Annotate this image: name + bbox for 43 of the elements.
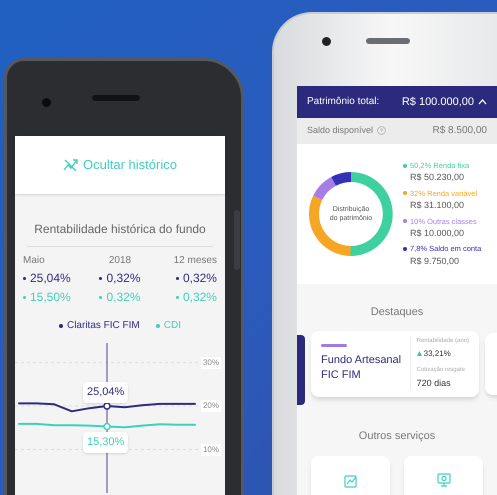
chevron-icon	[478, 98, 487, 105]
fund-return: 0,32%	[182, 270, 217, 287]
point-marker	[103, 402, 111, 410]
axis-label: 10%	[200, 444, 221, 456]
chart-trend-icon	[63, 158, 80, 172]
cdi-return: 15,50%	[30, 289, 71, 306]
legend-amount: R$ 50.230,00	[409, 171, 466, 184]
speaker-icon	[92, 95, 140, 101]
service-card[interactable]	[311, 456, 390, 495]
legend-label: Claritas FIC FIM	[66, 319, 140, 333]
accent-bar	[321, 344, 347, 348]
cdi-return: 0,32%	[182, 289, 217, 306]
speaker-icon	[366, 38, 410, 44]
column-label: 12 meses	[174, 254, 217, 268]
header-label: Patrimônio total:	[307, 95, 380, 110]
fund-return: 0,32%	[106, 270, 140, 287]
value-tooltip: 15,30%	[83, 432, 128, 453]
monitor-icon	[436, 472, 452, 488]
legend-amount: R$ 31.100,00	[409, 199, 466, 212]
legend-amount: R$ 9.750,00	[409, 254, 460, 268]
column-label: Maio	[23, 254, 45, 268]
fund-return: 25,04%	[30, 270, 71, 287]
total-toggle[interactable]: R$ 100.000,00	[402, 94, 487, 110]
cdi-return: 0,32%	[106, 289, 140, 306]
balance-label: Saldo disponível	[307, 124, 374, 138]
legend-amount: R$ 10.000,00	[409, 226, 466, 240]
section-title: Outros serviços	[358, 428, 436, 444]
axis-label: 30%	[200, 356, 221, 369]
chart-icon	[344, 474, 358, 488]
balance-value: R$ 8.500,00	[432, 124, 487, 138]
fund-name: Fundo Artesanal FIC FIM	[321, 353, 402, 384]
column-label: 2018	[108, 254, 132, 268]
service-card[interactable]	[404, 456, 483, 495]
help-icon[interactable]	[377, 126, 386, 136]
value-tooltip: 25,04%	[83, 382, 128, 403]
axis-label: 20%	[200, 400, 221, 412]
section-title: Rentabilidade histórica do fundo	[33, 221, 207, 238]
stat-value: 720 dias	[416, 376, 452, 390]
section-title: Destaques	[370, 305, 424, 320]
stat-value: 33,21%	[424, 348, 451, 360]
up-arrow-icon	[416, 351, 422, 356]
point-marker	[103, 422, 111, 430]
legend-label: CDI	[164, 319, 181, 333]
